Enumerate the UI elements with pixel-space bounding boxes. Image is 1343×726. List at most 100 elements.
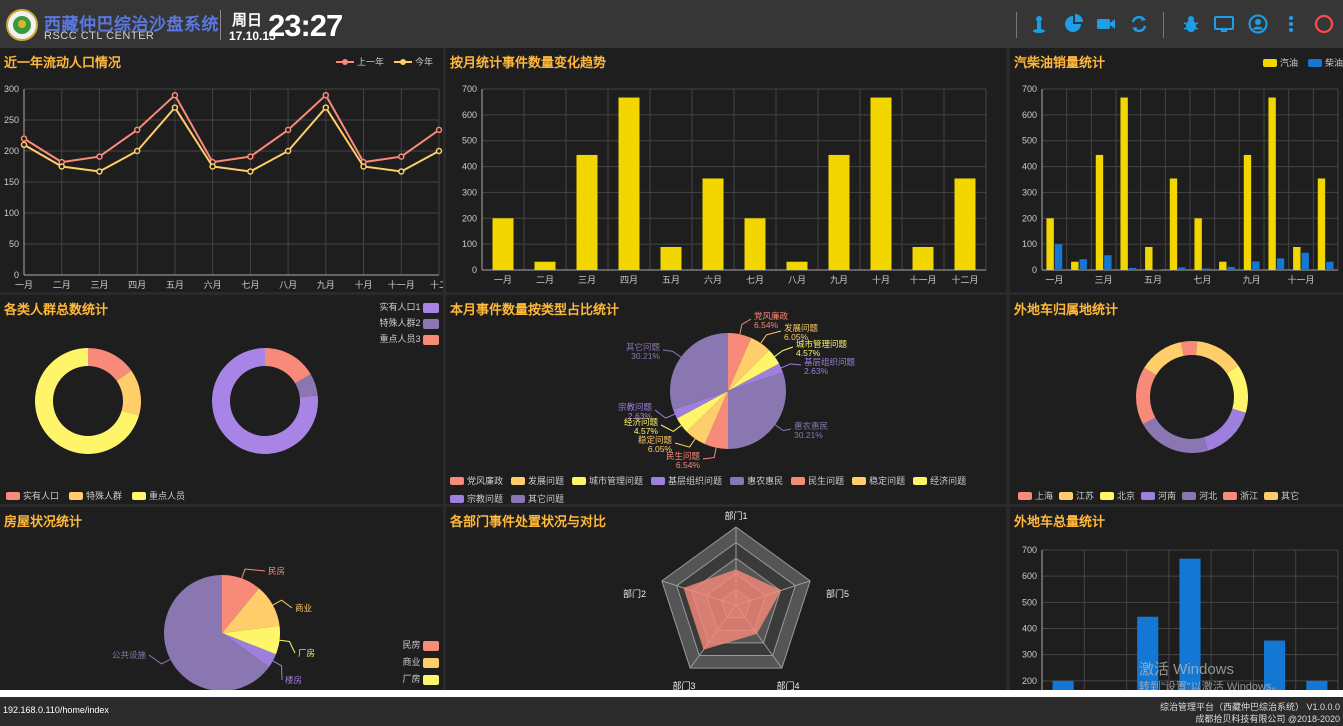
slice-percent: 2.63%: [804, 366, 829, 376]
x-tick-label: 一月: [494, 275, 512, 285]
user-circle-icon[interactable]: [1248, 14, 1268, 34]
legend-item[interactable]: 惠农惠民: [730, 474, 783, 487]
refresh-icon[interactable]: [1129, 14, 1149, 34]
slice-percent: 30.21%: [631, 351, 660, 361]
y-tick-label: 300: [462, 187, 477, 197]
bar: [1169, 178, 1178, 270]
legend-item[interactable]: 特殊人群: [69, 489, 122, 502]
x-tick-label: 十一月: [388, 279, 415, 290]
radar-chart: 部门1 部门5 部门4 部门3 部门2: [623, 510, 849, 690]
y-tick-label: 300: [1022, 187, 1037, 197]
bar: [1202, 268, 1211, 270]
x-tick-label: 七月: [746, 275, 764, 285]
legend-item[interactable]: 北京: [1100, 489, 1135, 502]
app-subtitle: RSCC CTL CENTER: [44, 30, 155, 42]
bar: [492, 218, 514, 270]
bar: [1268, 97, 1276, 270]
legend-item[interactable]: 基层组织问题: [651, 474, 722, 487]
status-bar: 192.168.0.110/home/index 综治管理平台（西藏仲巴综治系统…: [0, 697, 1343, 726]
slice-percent: 6.05%: [648, 444, 673, 454]
legend-label: 河南: [1158, 491, 1177, 501]
data-point: [398, 168, 405, 175]
label-line: [279, 639, 296, 654]
x-tick-label: 六月: [704, 274, 722, 285]
legend-item[interactable]: 商业: [402, 654, 439, 671]
legend-item[interactable]: 稳定问题: [852, 474, 905, 487]
bar: [1243, 154, 1252, 270]
x-tick-label: 五月: [166, 280, 184, 290]
legend-item[interactable]: 河北: [1182, 489, 1217, 502]
label-line: [739, 318, 752, 335]
legend-item[interactable]: 上海: [1018, 489, 1053, 502]
slice-percent: 2.63%: [628, 411, 653, 421]
legend-item[interactable]: 民房: [402, 637, 439, 654]
bar: [954, 178, 976, 270]
legend-item[interactable]: 江苏: [1059, 489, 1094, 502]
label-line: [774, 346, 794, 357]
vehicle-origin-panel: 外地车归属地统计 上海 江苏 北京 河南 河北 浙江 其它: [1010, 295, 1343, 504]
donut-charts: [35, 348, 318, 454]
data-point: [247, 153, 254, 160]
slice-percent: 4.57%: [634, 426, 659, 436]
series-line: [23, 93, 440, 164]
legend-item[interactable]: 其它: [1264, 489, 1299, 502]
legend-item[interactable]: 其它问题: [511, 492, 564, 504]
legend-label: 党风廉政: [467, 476, 504, 486]
bar: [702, 178, 724, 270]
legend-label: 城市管理问题: [589, 476, 644, 486]
legend-item[interactable]: 党风廉政: [450, 474, 503, 487]
slice-label: 厂房: [298, 648, 315, 658]
y-tick-label: 100: [462, 239, 477, 249]
bar: [1252, 261, 1260, 270]
pie-slice: [1195, 341, 1239, 374]
monitor-icon[interactable]: [1214, 14, 1234, 34]
legend-label: 其它问题: [528, 494, 565, 504]
line-chart: 0 50 100 150 200 250 300 一月 二月 三月 四月 五月 六月 七月 八月 九月 十月 十一…: [4, 84, 443, 290]
bar: [912, 246, 934, 270]
divider-bar: [0, 690, 1343, 697]
legend-item[interactable]: 城市管理问题: [572, 474, 643, 487]
chart-legend: 民房 商业 厂房: [402, 637, 439, 688]
legend-item[interactable]: 河南: [1141, 489, 1176, 502]
legend-item[interactable]: 发展问题: [511, 474, 564, 487]
bug-icon[interactable]: [1181, 14, 1201, 34]
bar: [1219, 261, 1227, 270]
label-line: [660, 424, 682, 432]
bar: [660, 246, 682, 270]
x-tick-label: 十二: [430, 279, 443, 290]
person-pin-icon[interactable]: [1029, 14, 1049, 34]
bar: [1145, 246, 1153, 270]
slice-percent: 6.54%: [754, 320, 779, 330]
activation-watermark: 激活 Windows: [1139, 661, 1235, 678]
label-line: [272, 660, 283, 681]
event-type-share-panel: 本月事件数量按类型占比统计 党风廉政 6.54% 发展问题 6.05% 城市管理问题 4.…: [446, 295, 1006, 504]
legend-item[interactable]: 厂房: [402, 671, 439, 688]
legend-item[interactable]: 重点人员: [132, 489, 185, 502]
pie-chart-icon[interactable]: [1063, 14, 1083, 34]
more-vertical-icon[interactable]: [1281, 14, 1301, 34]
legend-item[interactable]: 实有人口: [6, 489, 59, 502]
data-point: [360, 163, 367, 170]
slice-label: 楼房: [285, 675, 302, 685]
legend-label: 上海: [1035, 491, 1054, 501]
video-camera-icon[interactable]: [1096, 14, 1116, 34]
bar: [1301, 252, 1309, 270]
x-tick-label: 七月: [1193, 275, 1211, 285]
power-icon[interactable]: [1314, 14, 1334, 34]
weekday-label: 周日: [232, 12, 263, 29]
bar: [618, 97, 640, 270]
x-tick-label: 九月: [1243, 275, 1261, 285]
y-tick-label: 400: [1022, 162, 1037, 172]
radar-axis-label: 部门3: [672, 680, 695, 690]
y-tick-label: 250: [4, 115, 19, 125]
header-divider: [1016, 12, 1017, 38]
legend-item[interactable]: 浙江: [1223, 489, 1258, 502]
label-line: [662, 349, 682, 358]
emblem-logo: [6, 9, 38, 41]
y-tick-label: 0: [1032, 265, 1037, 275]
y-tick-label: 300: [4, 84, 19, 94]
data-point: [435, 126, 443, 134]
legend-item[interactable]: 经济问题: [913, 474, 966, 487]
legend-item[interactable]: 民生问题: [791, 474, 844, 487]
legend-item[interactable]: 宗教问题: [450, 492, 503, 504]
